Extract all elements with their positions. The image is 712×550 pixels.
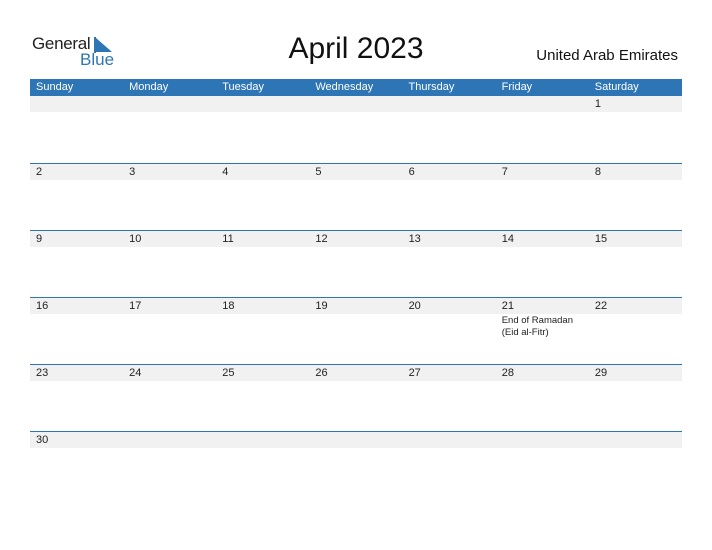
day-cell: [496, 96, 589, 162]
day-number: 1: [594, 98, 601, 110]
country-label: United Arab Emirates: [536, 47, 678, 64]
day-number: 15: [594, 233, 608, 245]
day-cell: 5: [309, 164, 402, 230]
holiday-event-line: (Eid al-Fitr): [501, 327, 549, 338]
day-number: 22: [594, 300, 608, 312]
day-cell: 17: [123, 298, 216, 364]
day-number: 21: [501, 300, 514, 312]
day-cell: [589, 432, 682, 498]
day-number: 10: [129, 233, 142, 245]
day-cell: 12: [309, 231, 402, 297]
day-cell: 3: [123, 164, 216, 230]
day-cell: 4: [216, 164, 309, 230]
day-number: 7: [501, 166, 508, 178]
day-cell: 6: [403, 164, 496, 230]
day-cell: 18: [216, 298, 309, 364]
weeks-container: 1 2 3 4 5 6 7 8 9 10 11 12 13 14 15 16 17 18 19 20 21 End of …: [30, 96, 682, 498]
day-cell: 16: [30, 298, 123, 364]
day-cell: 28: [496, 365, 589, 431]
week-row: 16 17 18 19 20 21 End of Ramadan (Eid al-Fitr) 2…: [30, 297, 682, 364]
day-cell: 29: [589, 365, 682, 431]
day-number: 25: [222, 367, 235, 379]
calendar-grid: Sunday Monday Tuesday Wednesday Thursday…: [30, 79, 682, 498]
day-cell: 21 End of Ramadan (Eid al-Fitr): [496, 298, 589, 364]
week-row: 2 3 4 5 6 7 8: [30, 163, 682, 230]
day-cell: 27: [403, 365, 496, 431]
week-row: 9 10 11 12 13 14 15: [30, 230, 682, 297]
day-cell: 19: [309, 298, 402, 364]
day-cell: [403, 432, 496, 498]
day-number: 18: [222, 300, 235, 312]
holiday-event-line: End of Ramadan: [501, 315, 573, 326]
holiday-event: End of Ramadan (Eid al-Fitr): [502, 315, 573, 339]
weekday-saturday: Saturday: [594, 81, 639, 93]
day-cell: [496, 432, 589, 498]
day-cell: 13: [403, 231, 496, 297]
day-cell: 14: [496, 231, 589, 297]
day-cell: 30: [30, 432, 123, 498]
day-cell: 22: [589, 298, 682, 364]
day-number: 23: [36, 367, 49, 379]
day-number: 2: [36, 166, 43, 178]
day-number: 11: [222, 233, 234, 245]
weekday-friday: Friday: [501, 81, 533, 93]
day-number: 13: [408, 233, 421, 245]
day-cell: 24: [123, 365, 216, 431]
day-cell: 11: [216, 231, 309, 297]
weekday-wednesday: Wednesday: [315, 81, 374, 93]
day-number: 16: [36, 300, 49, 312]
weekday-header: Sunday Monday Tuesday Wednesday Thursday…: [30, 79, 682, 96]
day-number: 12: [315, 233, 328, 245]
day-cell: 7: [496, 164, 589, 230]
day-cell: [123, 96, 216, 162]
weekday-sunday: Sunday: [36, 81, 74, 93]
day-cell: 23: [30, 365, 123, 431]
day-cell: 26: [309, 365, 402, 431]
day-number: 28: [501, 367, 514, 379]
day-cell: 25: [216, 365, 309, 431]
day-cell: 9: [30, 231, 123, 297]
day-cell: 20: [403, 298, 496, 364]
day-number: 6: [408, 166, 415, 178]
day-number: 3: [129, 166, 136, 178]
day-number: 14: [501, 233, 514, 245]
day-cell: [216, 96, 309, 162]
day-number: 26: [315, 367, 328, 379]
day-number: 24: [129, 367, 142, 379]
day-cell: 2: [30, 164, 123, 230]
day-number: 30: [36, 434, 49, 446]
weekday-thursday: Thursday: [408, 81, 455, 93]
weekday-monday: Monday: [129, 81, 169, 93]
day-cell: 10: [123, 231, 216, 297]
week-row: 30: [30, 431, 682, 498]
day-number: 17: [129, 300, 142, 312]
day-number: 27: [408, 367, 421, 379]
week-row: 1: [30, 96, 682, 163]
day-cell: [309, 432, 402, 498]
day-cell: [309, 96, 402, 162]
day-number: 5: [315, 166, 322, 178]
week-row: 23 24 25 26 27 28 29: [30, 364, 682, 431]
day-cell: 8: [589, 164, 682, 230]
day-number: 8: [594, 166, 601, 178]
day-cell: [123, 432, 216, 498]
day-number: 20: [408, 300, 421, 312]
day-number: 19: [315, 300, 328, 312]
day-number: 29: [594, 367, 608, 379]
day-cell: 15: [589, 231, 682, 297]
day-number: 9: [36, 233, 43, 245]
day-cell: [403, 96, 496, 162]
day-cell: [216, 432, 309, 498]
day-number: 4: [222, 166, 229, 178]
day-cell: 1: [589, 96, 682, 162]
weekday-tuesday: Tuesday: [222, 81, 265, 93]
day-cell: [30, 96, 123, 162]
